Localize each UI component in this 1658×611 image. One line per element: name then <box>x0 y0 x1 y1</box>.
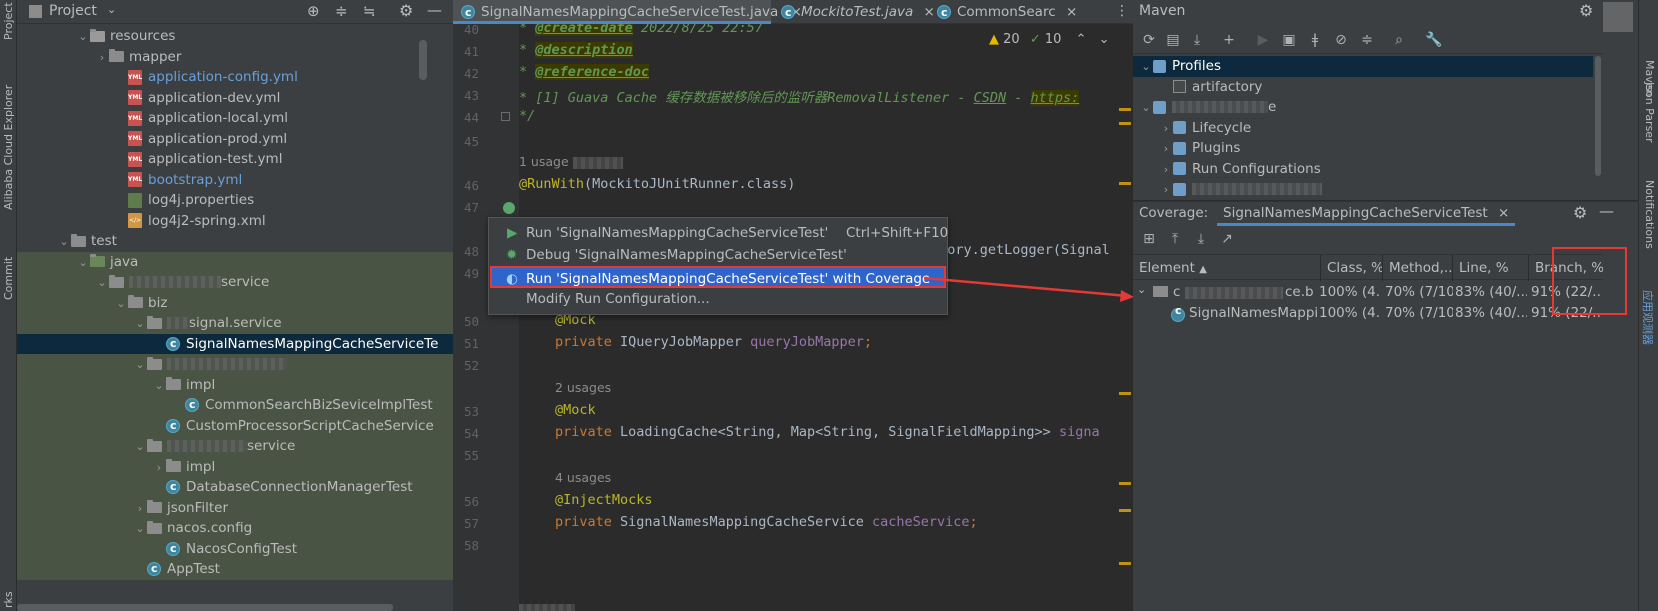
maven-tree-item-label: Run Configurations <box>1192 160 1321 177</box>
maven-tree-item[interactable]: artifactory <box>1133 77 1593 98</box>
maven-tree-item[interactable]: ⌄ e <box>1133 97 1593 118</box>
coverage-tab[interactable]: SignalNamesMappingCacheServiceTest × <box>1217 201 1516 226</box>
gear-icon[interactable]: ⚙ <box>1579 1 1593 20</box>
column-element[interactable]: Element ▲ <box>1133 255 1321 281</box>
maven-tree-item[interactable]: › Plugins <box>1133 138 1593 159</box>
export-up-icon[interactable]: ⤒ <box>1167 231 1183 247</box>
maven-project-icon <box>1153 100 1166 114</box>
column-line[interactable]: Line, % <box>1453 255 1529 281</box>
run-icon[interactable]: ▶ <box>1255 32 1271 48</box>
column-class[interactable]: Class, % <box>1321 255 1383 281</box>
chevron-right-icon[interactable]: › <box>1159 179 1173 200</box>
coverage-tab-label: SignalNamesMappingCacheServiceTest <box>1223 205 1488 221</box>
maven-tree-item-label: Profiles <box>1172 58 1222 74</box>
expand-chevron-icon[interactable]: ⌄ <box>1137 283 1146 296</box>
plus-icon[interactable]: + <box>1221 32 1237 48</box>
blurred-name <box>1192 183 1322 195</box>
lifecycle-icon <box>1173 121 1186 134</box>
maven-title: Maven <box>1139 3 1186 19</box>
maven-tree-item-label: artifactory <box>1192 78 1263 95</box>
maven-tree-item-label: Plugins <box>1192 140 1241 156</box>
gear-icon[interactable]: ⚙ <box>1573 203 1587 222</box>
maven-tree-item[interactable]: › Lifecycle <box>1133 118 1593 139</box>
column-label: Class, % <box>1327 260 1383 276</box>
plugins-icon <box>1173 141 1186 155</box>
import-down-icon[interactable]: ⤓ <box>1193 231 1209 247</box>
maven-scrollbar[interactable] <box>1595 56 1601 176</box>
json-parser-tool-button[interactable]: Json Parser <box>1643 82 1656 143</box>
coverage-row[interactable]: ⌄ c ce.b 100% (4... 70% (7/10) 83% (40/.… <box>1133 282 1603 303</box>
column-method[interactable]: Method,... <box>1383 255 1453 281</box>
maven-panel: Maven ⚙ ⟳ ▤ ⤓ + ▶ ▣ ǂ ⊘ ≑ ⌕ 🔧 ⌄ Profiles a… <box>1133 0 1638 200</box>
open-external-icon[interactable]: ↗ <box>1219 231 1235 247</box>
maven-tree-item[interactable]: › <box>1133 179 1593 200</box>
skip-tests-icon[interactable]: ⊘ <box>1333 32 1349 48</box>
maven-tree-item[interactable]: ⌄ Profiles <box>1133 56 1593 77</box>
chevron-down-icon[interactable]: ⌄ <box>1139 56 1153 77</box>
maven-toolbar: ⟳ ▤ ⤓ + ▶ ▣ ǂ ⊘ ≑ ⌕ 🔧 <box>1133 28 1603 54</box>
class-icon <box>1171 304 1185 322</box>
blurred-avatar <box>1603 2 1633 32</box>
coverage-row[interactable]: SignalNamesMapping 100% (4... 70% (7/10)… <box>1133 303 1603 324</box>
execute-goal-icon[interactable]: ▣ <box>1281 32 1297 48</box>
dependency-analyzer-icon[interactable]: ⌕ <box>1391 32 1407 48</box>
class-coverage: 100% (4... <box>1319 284 1381 300</box>
maven-tree-item-label: Lifecycle <box>1192 119 1252 136</box>
class-coverage: 100% (4... <box>1319 305 1381 321</box>
column-label: Element <box>1139 260 1195 276</box>
element-name: SignalNamesMapping <box>1189 305 1319 321</box>
profiles-icon <box>1153 59 1166 73</box>
coverage-title: Coverage: <box>1139 205 1209 221</box>
method-coverage: 70% (7/10) <box>1385 305 1453 321</box>
element-name: c <box>1173 284 1181 300</box>
download-icon[interactable]: ⤓ <box>1189 32 1205 48</box>
notifications-tool-button[interactable]: Notifications <box>1643 180 1656 249</box>
toggle-offline-icon[interactable]: ǂ <box>1307 32 1323 48</box>
run-configurations-icon <box>1173 162 1186 175</box>
column-label: Line, % <box>1459 260 1509 276</box>
checkbox-icon[interactable] <box>1173 80 1186 93</box>
sort-ascending-icon: ▲ <box>1199 264 1207 275</box>
line-coverage: 83% (40/... <box>1455 284 1527 300</box>
maven-tree-item[interactable]: › Run Configurations <box>1133 159 1593 180</box>
maven-tree-item-label: e <box>1268 99 1277 115</box>
tab-close-icon[interactable]: × <box>1498 205 1509 221</box>
annotation-highlight-box <box>1552 247 1627 315</box>
app-observer-tool-button[interactable]: 应用观测器 <box>1640 290 1656 345</box>
reload-icon[interactable]: ⟳ <box>1141 32 1157 48</box>
right-tool-stripe: Maven Json Parser Notifications 应用观测器 <box>1638 0 1658 611</box>
maven-project-icon <box>1173 182 1186 196</box>
column-label: Method,... <box>1389 260 1453 276</box>
settings-wrench-icon[interactable]: 🔧 <box>1425 32 1442 48</box>
line-coverage: 83% (40/... <box>1455 305 1527 321</box>
add-project-icon[interactable]: ▤ <box>1165 32 1181 48</box>
method-coverage: 70% (7/10) <box>1385 284 1453 300</box>
blurred-package <box>1185 287 1283 299</box>
blurred-name <box>1172 101 1268 113</box>
element-name-suffix: ce.b <box>1285 284 1314 300</box>
package-icon <box>1153 286 1168 297</box>
chevron-right-icon[interactable]: › <box>1159 159 1173 180</box>
coverage-table-header: Element ▲ Class, % Method,... Line, % Br… <box>1133 254 1603 281</box>
flatten-packages-icon[interactable]: ⊞ <box>1141 231 1157 247</box>
minimize-icon[interactable]: — <box>1599 202 1614 220</box>
chevron-right-icon[interactable]: › <box>1159 138 1173 159</box>
chevron-down-icon[interactable]: ⌄ <box>1139 97 1153 118</box>
coverage-panel: Coverage: SignalNamesMappingCacheService… <box>1133 201 1638 611</box>
chevron-right-icon[interactable]: › <box>1159 118 1173 139</box>
collapse-icon[interactable]: ≑ <box>1359 32 1375 48</box>
